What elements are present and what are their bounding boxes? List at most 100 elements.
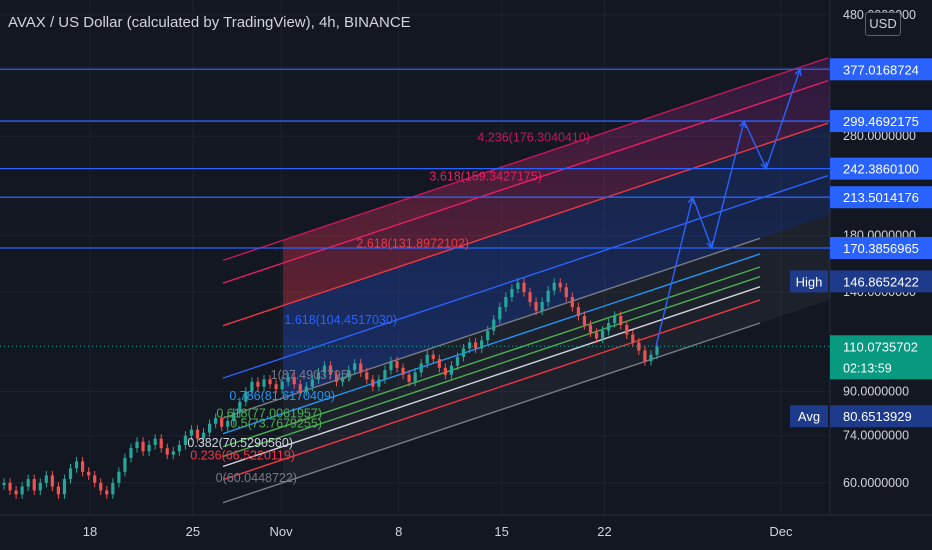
candle-body	[425, 354, 429, 364]
candle-body	[401, 367, 405, 375]
candle-body	[419, 363, 423, 373]
time-tick-label: 15	[494, 524, 508, 539]
chart-area[interactable]: 0(60.0448722) 0.236(66.5220119)0.382(70.5…	[0, 0, 932, 550]
candle-body	[443, 367, 447, 375]
candle-body	[129, 448, 133, 458]
candle-body	[365, 372, 369, 380]
candle-body	[528, 292, 532, 303]
candle-body	[123, 457, 127, 472]
fib-level-label: 0.382(70.5290560)	[187, 436, 293, 450]
candle-body	[474, 342, 478, 349]
fib-level-label: 4.236(176.3040410)	[477, 131, 590, 145]
candle-body	[50, 475, 54, 487]
time-tick-label: 8	[395, 524, 402, 539]
candle-body	[619, 315, 623, 325]
candle-body	[207, 423, 212, 433]
price-tick-label: 90.0000000	[843, 385, 909, 399]
candle-body	[87, 471, 91, 476]
candle-body	[455, 356, 460, 366]
tag-caption: Avg	[798, 409, 820, 424]
candle-body	[407, 374, 411, 382]
candle-body	[8, 482, 12, 491]
candle-body	[607, 323, 611, 331]
candle-body	[177, 444, 181, 452]
candle-body	[2, 482, 6, 486]
candle-body	[625, 324, 629, 335]
target-price-label: 170.3856965	[843, 241, 919, 256]
candle-body	[14, 490, 18, 495]
candle-body	[153, 438, 157, 445]
candle-body	[159, 438, 163, 449]
candle-body	[540, 302, 544, 311]
candle-body	[522, 282, 526, 293]
candle-body	[226, 420, 230, 427]
candle-body	[165, 448, 169, 455]
candle-body	[546, 290, 550, 303]
candle-body	[413, 372, 417, 382]
candle-body	[637, 342, 641, 351]
fib-level-label: 3.618(159.3427175)	[429, 169, 542, 183]
candle-body	[383, 370, 387, 380]
candle-body	[461, 348, 466, 357]
candle-body	[74, 461, 79, 469]
candle-body	[564, 287, 568, 298]
target-price-label: 377.0168724	[843, 62, 919, 77]
chart-title: AVAX / US Dollar (calculated by TradingV…	[8, 14, 411, 31]
candle-body	[480, 340, 484, 349]
fib-level-label: 1(87.4903795)	[271, 368, 352, 382]
candle-body	[558, 282, 562, 288]
candle-body	[99, 482, 103, 491]
candle-body	[26, 479, 30, 487]
time-tick-label: Dec	[769, 524, 793, 539]
candle-body	[631, 334, 635, 343]
candle-body	[171, 451, 175, 455]
currency-button[interactable]: USD	[865, 12, 901, 36]
price-tick-label: 60.0000000	[843, 476, 909, 490]
candle-body	[649, 354, 653, 362]
candle-body	[613, 315, 617, 324]
info-price-value: 80.6513929	[843, 409, 912, 424]
candle-body	[582, 315, 587, 325]
candle-body	[56, 486, 61, 495]
candle-body	[431, 354, 435, 360]
candle-body	[256, 381, 260, 387]
candle-body	[492, 319, 496, 331]
fib-level-label: 0.618(77.0061957)	[216, 407, 322, 421]
candle-body	[504, 297, 508, 308]
candle-body	[38, 482, 42, 491]
candle-body	[280, 381, 284, 390]
candle-body	[395, 361, 399, 368]
candle-body	[570, 297, 574, 308]
last-price-value: 110.0735702	[843, 339, 918, 354]
candle-body	[516, 282, 520, 289]
target-price-label: 299.4692175	[843, 114, 919, 129]
candle-body	[68, 468, 73, 480]
time-tick-label: 22	[597, 524, 611, 539]
candle-body	[262, 379, 266, 387]
candle-body	[135, 441, 139, 449]
candle-body	[359, 363, 363, 373]
candle-body	[141, 441, 145, 452]
fib-level-label: 0(60.0448722)	[216, 471, 297, 485]
candle-body	[498, 307, 502, 320]
fib-level-label: 0.236(66.5220119)	[190, 449, 295, 463]
candle-body	[437, 359, 441, 368]
candle-body	[576, 307, 580, 316]
candle-body	[377, 379, 381, 387]
candle-body	[117, 471, 121, 483]
info-price-value: 146.8652422	[843, 274, 919, 289]
candle-body	[20, 486, 24, 495]
time-tick-label: 18	[83, 524, 97, 539]
candle-body	[486, 330, 490, 341]
candle-body	[449, 365, 454, 375]
candle-body	[510, 288, 514, 298]
fib-level-label: 2.618(131.8972102)	[356, 236, 469, 250]
candle-body	[467, 342, 472, 349]
time-tick-label: 25	[186, 524, 200, 539]
candle-body	[655, 346, 659, 355]
candle-body	[81, 461, 85, 472]
price-tick-label: 74.0000000	[843, 429, 909, 443]
candle-body	[105, 490, 109, 495]
tag-caption: High	[796, 274, 823, 289]
candle-body	[588, 324, 593, 333]
